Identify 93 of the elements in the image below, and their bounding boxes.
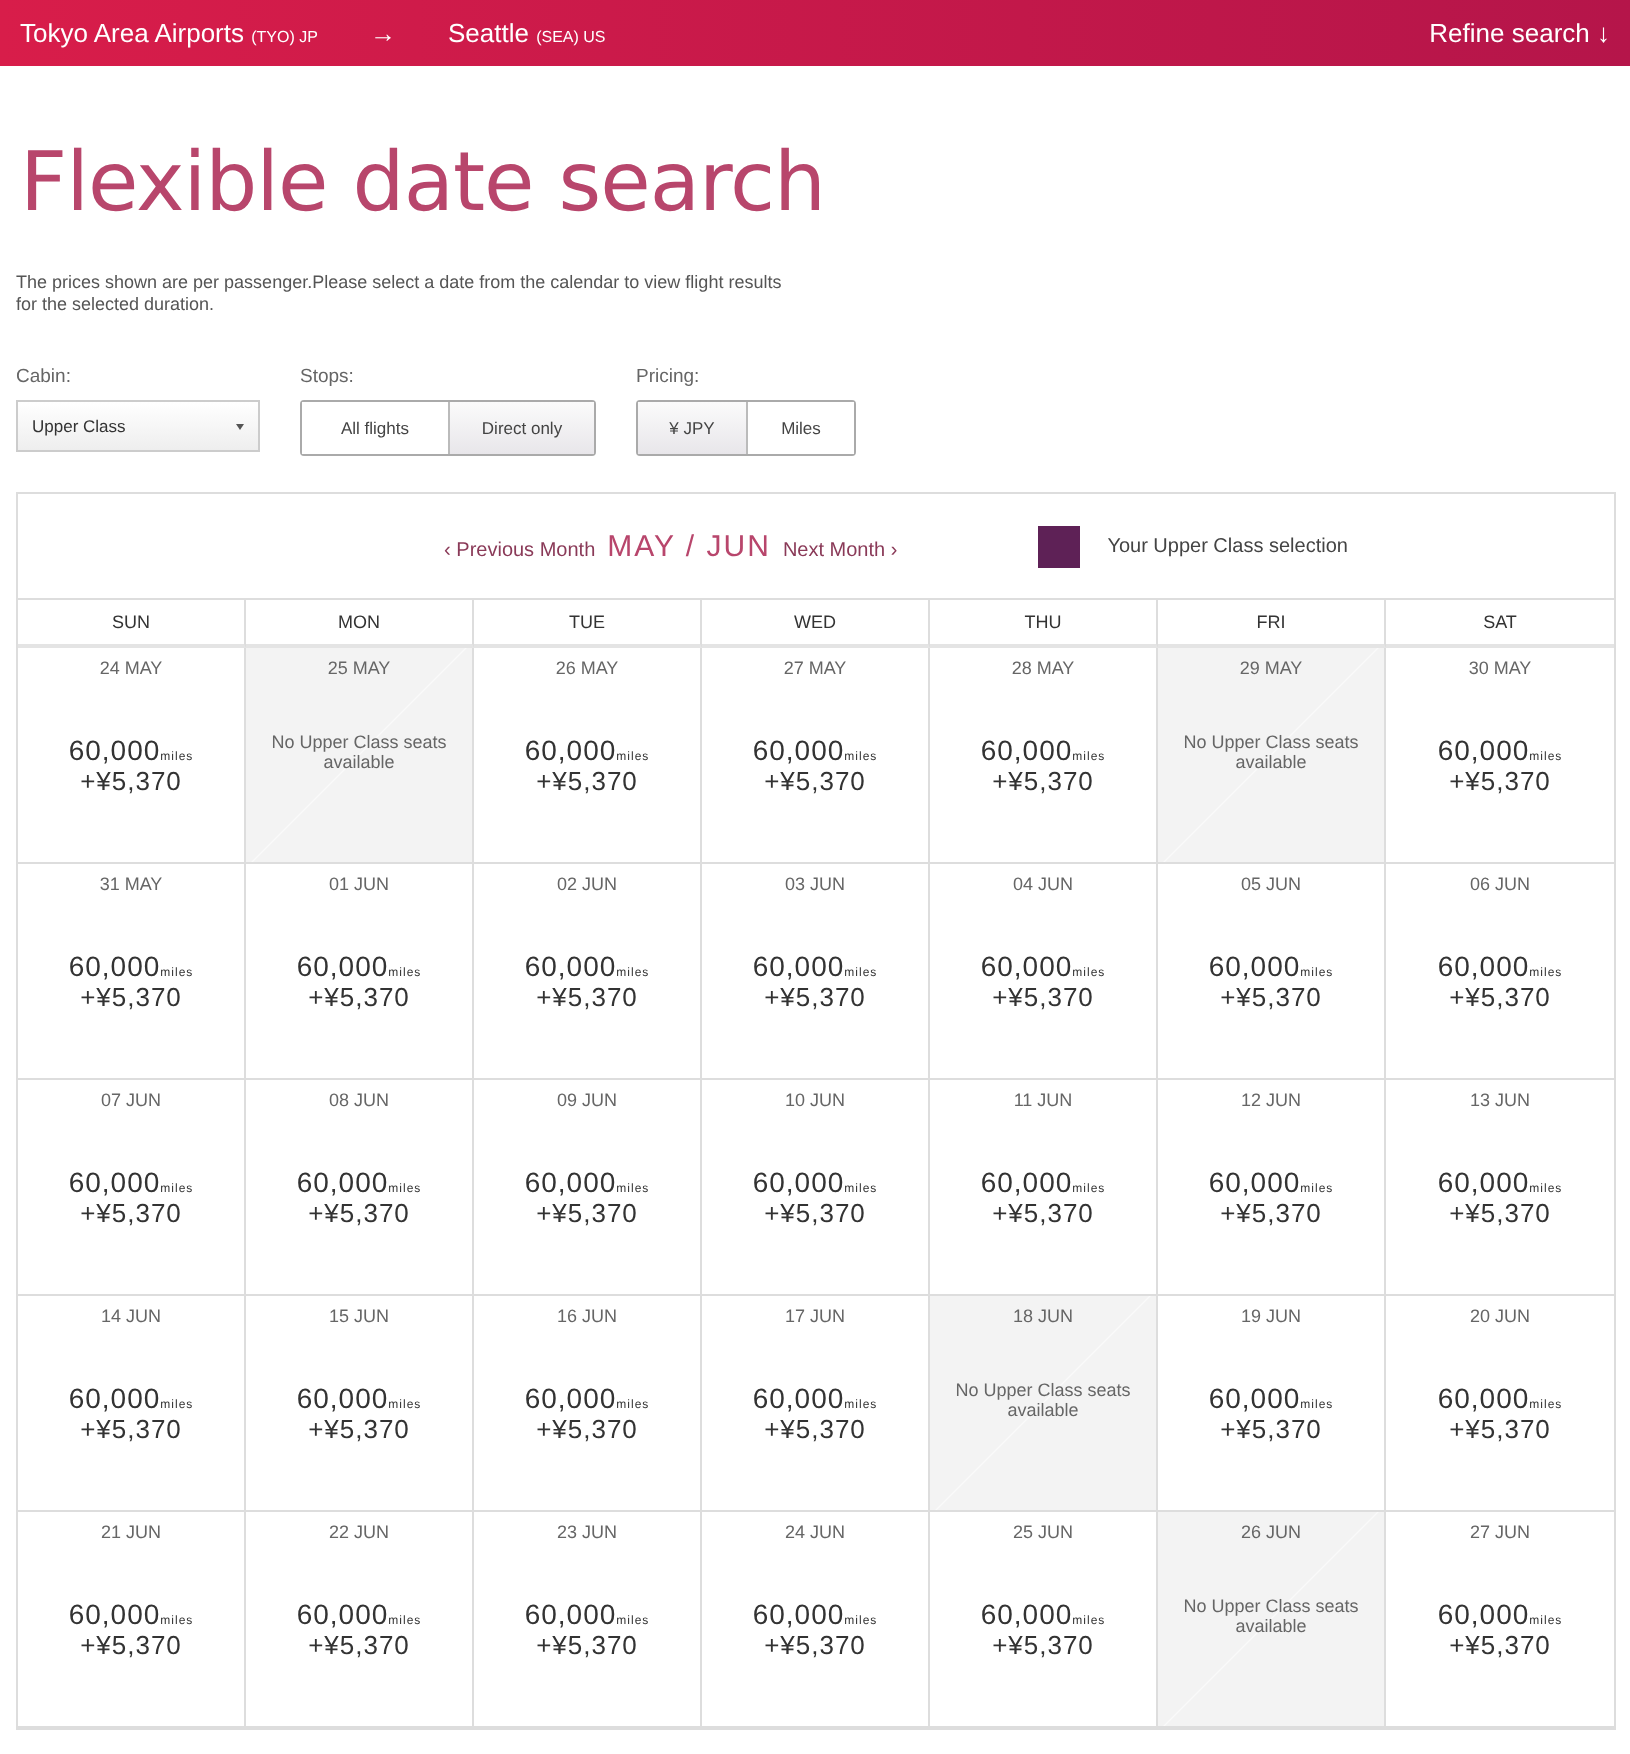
day-date: 28 MAY (1011, 658, 1075, 678)
day-date: 11 JUN (1013, 1090, 1073, 1110)
tax-amount: +¥5,370 (764, 1198, 866, 1228)
day-date: 17 JUN (784, 1306, 845, 1326)
previous-month-link[interactable]: ‹ Previous Month (444, 539, 596, 561)
day-date: 19 JUN (1240, 1306, 1301, 1326)
tax-amount: +¥5,370 (992, 1630, 1094, 1660)
tax-amount: +¥5,370 (536, 1198, 638, 1228)
stops-option[interactable]: Direct only (448, 402, 594, 454)
origin-airport: Tokyo Area Airports (TYO) JP (20, 18, 318, 48)
tax-amount: +¥5,370 (80, 1414, 182, 1444)
day-date: 29 MAY (1239, 658, 1303, 678)
pricing-option[interactable]: Miles (746, 402, 854, 454)
day-date: 27 MAY (783, 658, 847, 678)
day-date: 26 MAY (555, 658, 619, 678)
tax-amount: +¥5,370 (308, 982, 410, 1012)
day-date: 13 JUN (1469, 1090, 1530, 1110)
pricing-option[interactable]: ¥ JPY (638, 402, 746, 454)
intro-text: The prices shown are per passenger.Please select a date from the calendar to view flight results for the selected duration. (16, 272, 784, 316)
destination-airport: Seattle (SEA) US (447, 18, 606, 48)
weekday-header: TUE (474, 600, 702, 648)
day-date: 24 JUN (784, 1522, 845, 1542)
tax-amount: +¥5,370 (1220, 1414, 1322, 1444)
tax-amount: +¥5,370 (308, 1630, 410, 1660)
tax-amount: +¥5,370 (536, 766, 638, 796)
day-date: 20 JUN (1469, 1306, 1530, 1326)
tax-amount: +¥5,370 (764, 982, 866, 1012)
day-date: 26 JUN (1240, 1522, 1301, 1542)
day-date: 15 JUN (328, 1306, 389, 1326)
day-date: 21 JUN (100, 1522, 161, 1542)
unavailable-note: No Upper Class seats available (953, 1380, 1133, 1420)
cabin-label: Cabin: (16, 366, 73, 388)
tax-amount: +¥5,370 (1220, 982, 1322, 1012)
tax-amount: +¥5,370 (1449, 982, 1551, 1012)
next-month-link[interactable]: Next Month › (782, 539, 898, 561)
month-range: MAY / JUN (607, 529, 771, 563)
weekday-header: THU (930, 600, 1158, 648)
caret-icon (236, 423, 244, 429)
tax-amount: +¥5,370 (1449, 766, 1551, 796)
tax-amount: +¥5,370 (308, 1198, 410, 1228)
day-date: 05 JUN (1240, 874, 1301, 894)
tax-amount: +¥5,370 (1449, 1198, 1551, 1228)
tax-amount: +¥5,370 (1449, 1414, 1551, 1444)
unavailable-note: No Upper Class seats available (1181, 1596, 1361, 1636)
day-date: 25 JUN (1012, 1522, 1073, 1542)
tax-amount: +¥5,370 (80, 1198, 182, 1228)
day-date: 07 JUN (100, 1090, 161, 1110)
day-date: 18 JUN (1012, 1306, 1073, 1326)
tax-amount: +¥5,370 (764, 1630, 866, 1660)
day-date: 23 JUN (556, 1522, 617, 1542)
tax-amount: +¥5,370 (536, 982, 638, 1012)
tax-amount: +¥5,370 (80, 766, 182, 796)
day-date: 16 JUN (556, 1306, 617, 1326)
day-date: 30 MAY (1468, 658, 1532, 678)
tax-amount: +¥5,370 (764, 766, 866, 796)
weekday-header: WED (702, 600, 930, 648)
tax-amount: +¥5,370 (1220, 1198, 1322, 1228)
tax-amount: +¥5,370 (992, 1198, 1094, 1228)
day-date: 08 JUN (328, 1090, 389, 1110)
tax-amount: +¥5,370 (80, 982, 182, 1012)
refine-search-link[interactable]: Refine search ↓ (1429, 18, 1610, 48)
route-arrow: → (369, 18, 396, 48)
weekday-header: SAT (1386, 600, 1614, 648)
day-date: 31 MAY (99, 874, 163, 894)
tax-amount: +¥5,370 (536, 1630, 638, 1660)
stops-label: Stops: (300, 366, 356, 388)
tax-amount: +¥5,370 (992, 982, 1094, 1012)
day-date: 24 MAY (99, 658, 163, 678)
pricing-label: Pricing: (636, 366, 702, 388)
tax-amount: +¥5,370 (764, 1414, 866, 1444)
day-date: 09 JUN (556, 1090, 617, 1110)
tax-amount: +¥5,370 (1449, 1630, 1551, 1660)
legend-label: Your Upper Class selection (1107, 535, 1348, 557)
day-date: 03 JUN (784, 874, 845, 894)
page-title: Flexible date search (20, 132, 827, 232)
day-date: 04 JUN (1012, 874, 1073, 894)
day-date: 22 JUN (328, 1522, 389, 1542)
weekday-header: SUN (18, 600, 246, 648)
day-date: 02 JUN (556, 874, 617, 894)
day-date: 27 JUN (1469, 1522, 1530, 1542)
tax-amount: +¥5,370 (308, 1414, 410, 1444)
day-date: 06 JUN (1469, 874, 1530, 894)
day-date: 25 MAY (327, 658, 391, 678)
day-date: 14 JUN (100, 1306, 161, 1326)
tax-amount: +¥5,370 (80, 1630, 182, 1660)
tax-amount: +¥5,370 (536, 1414, 638, 1444)
unavailable-note: No Upper Class seats available (269, 732, 449, 772)
day-date: 10 JUN (784, 1090, 845, 1110)
day-date: 12 JUN (1240, 1090, 1301, 1110)
unavailable-note: No Upper Class seats available (1181, 732, 1361, 772)
day-date: 01 JUN (328, 874, 389, 894)
cabin-dropdown[interactable]: Upper Class (16, 400, 260, 452)
tax-amount: +¥5,370 (992, 766, 1094, 796)
